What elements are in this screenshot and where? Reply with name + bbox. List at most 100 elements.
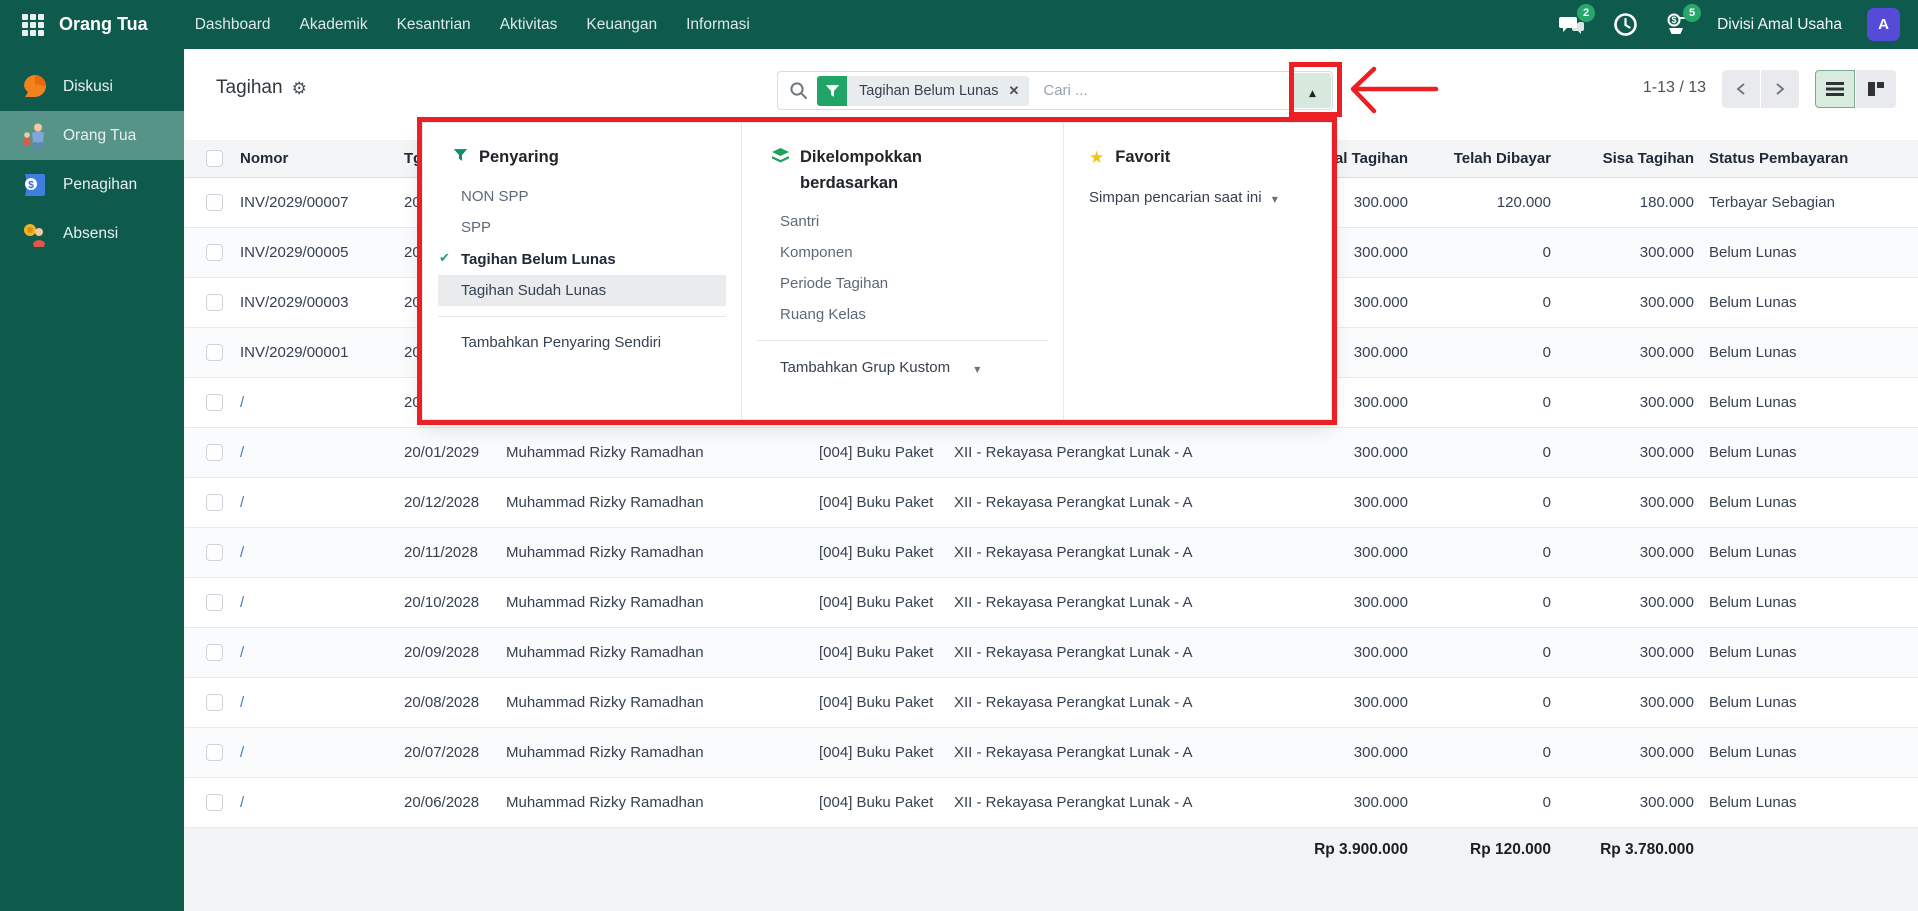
menu-item-dashboard[interactable]: Dashboard bbox=[195, 16, 271, 34]
avatar[interactable]: A bbox=[1867, 8, 1900, 41]
table-row[interactable]: /20/10/2028Muhammad Rizky Ramadhan[004] … bbox=[184, 578, 1918, 628]
filter-option-tagihan-sudah-lunas[interactable]: Tagihan Sudah Lunas bbox=[438, 275, 726, 306]
cell-status: Belum Lunas bbox=[1694, 794, 1918, 811]
sidebar-item-penagihan[interactable]: $ Penagihan bbox=[0, 160, 184, 209]
menu-item-akademik[interactable]: Akademik bbox=[300, 16, 368, 34]
table-row[interactable]: /20/06/2028Muhammad Rizky Ramadhan[004] … bbox=[184, 778, 1918, 828]
column-header-status[interactable]: Status Pembayaran bbox=[1694, 150, 1918, 167]
filter-option-tagihan-belum-lunas[interactable]: Tagihan Belum Lunas bbox=[423, 243, 741, 275]
sidebar-item-diskusi[interactable]: Diskusi bbox=[0, 62, 184, 111]
cell-nomor: / bbox=[240, 594, 404, 611]
cell-nomor: / bbox=[240, 544, 404, 561]
column-header-dibayar[interactable]: Telah Dibayar bbox=[1408, 150, 1551, 167]
kanban-view-button[interactable] bbox=[1856, 70, 1896, 108]
chevron-right-icon bbox=[1774, 82, 1786, 96]
cell-status: Belum Lunas bbox=[1694, 494, 1918, 511]
cell-sisa: 300.000 bbox=[1551, 394, 1694, 411]
row-checkbox[interactable] bbox=[206, 494, 223, 511]
list-view-button[interactable] bbox=[1815, 70, 1855, 108]
menu-item-kesantrian[interactable]: Kesantrian bbox=[397, 16, 471, 34]
favorites-title: Favorit bbox=[1115, 145, 1170, 171]
facet-remove-icon[interactable] bbox=[1008, 76, 1029, 106]
groupby-option-ruang-kelas[interactable]: Ruang Kelas bbox=[742, 299, 1063, 330]
column-header-nomor[interactable]: Nomor bbox=[240, 150, 404, 167]
row-checkbox[interactable] bbox=[206, 244, 223, 261]
app-name[interactable]: Orang Tua bbox=[59, 14, 148, 35]
row-checkbox[interactable] bbox=[206, 644, 223, 661]
menu-item-informasi[interactable]: Informasi bbox=[686, 16, 750, 34]
column-header-sisa[interactable]: Sisa Tagihan bbox=[1551, 150, 1694, 167]
activity-badge: 5 bbox=[1683, 4, 1701, 22]
row-checkbox[interactable] bbox=[206, 794, 223, 811]
search-options-toggle[interactable] bbox=[1294, 73, 1331, 108]
row-checkbox[interactable] bbox=[206, 344, 223, 361]
cell-tgl: 20/10/2028 bbox=[404, 594, 506, 611]
cell-sisa: 300.000 bbox=[1551, 444, 1694, 461]
table-row[interactable]: /20/11/2028Muhammad Rizky Ramadhan[004] … bbox=[184, 528, 1918, 578]
table-row[interactable]: /20/08/2028Muhammad Rizky Ramadhan[004] … bbox=[184, 678, 1918, 728]
cell-total: 300.000 bbox=[1230, 794, 1408, 811]
row-checkbox[interactable] bbox=[206, 394, 223, 411]
menu-item-keuangan[interactable]: Keuangan bbox=[586, 16, 657, 34]
cell-nomor: / bbox=[240, 444, 404, 461]
groupby-option-komponen[interactable]: Komponen bbox=[742, 237, 1063, 268]
sidebar-item-absensi[interactable]: Absensi bbox=[0, 209, 184, 258]
search-facet[interactable]: Tagihan Belum Lunas bbox=[817, 76, 1029, 106]
filter-option-spp[interactable]: SPP bbox=[423, 212, 741, 243]
add-custom-filter[interactable]: Tambahkan Penyaring Sendiri bbox=[423, 327, 741, 358]
row-checkbox[interactable] bbox=[206, 294, 223, 311]
add-custom-group[interactable]: Tambahkan Grup Kustom bbox=[742, 351, 1063, 383]
cell-dibayar: 120.000 bbox=[1408, 194, 1551, 211]
messages-icon[interactable]: 2 bbox=[1558, 11, 1586, 39]
cell-nomor: INV/2029/00003 bbox=[240, 294, 404, 311]
gear-icon[interactable] bbox=[292, 77, 307, 99]
list-view-icon bbox=[1826, 82, 1844, 96]
search-input[interactable]: Cari ... bbox=[1043, 82, 1087, 99]
layers-icon bbox=[772, 148, 789, 164]
pager-next-button[interactable] bbox=[1761, 70, 1799, 108]
sidebar-item-orang-tua[interactable]: Orang Tua bbox=[0, 111, 184, 160]
search-bar[interactable]: Tagihan Belum Lunas Cari ... bbox=[777, 71, 1333, 110]
cell-nomor: INV/2029/00001 bbox=[240, 344, 404, 361]
row-checkbox[interactable] bbox=[206, 194, 223, 211]
cell-nomor: / bbox=[240, 694, 404, 711]
menu-item-aktivitas[interactable]: Aktivitas bbox=[500, 16, 558, 34]
cell-dibayar: 0 bbox=[1408, 744, 1551, 761]
cell-total: 300.000 bbox=[1230, 544, 1408, 561]
table-row[interactable]: /20/12/2028Muhammad Rizky Ramadhan[004] … bbox=[184, 478, 1918, 528]
cell-sisa: 300.000 bbox=[1551, 344, 1694, 361]
cell-dibayar: 0 bbox=[1408, 244, 1551, 261]
cell-status: Terbayar Sebagian bbox=[1694, 194, 1918, 211]
pager-previous-button[interactable] bbox=[1722, 70, 1760, 108]
row-checkbox[interactable] bbox=[206, 444, 223, 461]
topbar-right: 2 $ 5 Divisi Amal Usaha A bbox=[1558, 8, 1918, 41]
cell-total: 300.000 bbox=[1230, 644, 1408, 661]
cell-status: Belum Lunas bbox=[1694, 394, 1918, 411]
apps-grid-icon[interactable] bbox=[22, 14, 44, 36]
payments-activity-icon[interactable]: $ 5 bbox=[1664, 11, 1692, 39]
cell-nomor: / bbox=[240, 394, 404, 411]
filter-option-non-spp[interactable]: NON SPP bbox=[423, 181, 741, 212]
groupby-option-santri[interactable]: Santri bbox=[742, 206, 1063, 237]
cell-status: Belum Lunas bbox=[1694, 344, 1918, 361]
user-name[interactable]: Divisi Amal Usaha bbox=[1717, 16, 1842, 34]
row-checkbox[interactable] bbox=[206, 694, 223, 711]
table-row[interactable]: /20/07/2028Muhammad Rizky Ramadhan[004] … bbox=[184, 728, 1918, 778]
row-checkbox[interactable] bbox=[206, 594, 223, 611]
attendance-icon bbox=[20, 219, 50, 249]
cell-komponen: [004] Buku Paket bbox=[819, 494, 954, 511]
cell-sisa: 300.000 bbox=[1551, 494, 1694, 511]
save-current-search[interactable]: Simpan pencarian saat ini bbox=[1064, 181, 1333, 213]
select-all-checkbox[interactable] bbox=[206, 150, 223, 167]
clock-icon[interactable] bbox=[1611, 11, 1639, 39]
table-row[interactable]: /20/01/2029Muhammad Rizky Ramadhan[004] … bbox=[184, 428, 1918, 478]
cell-kelas: XII - Rekayasa Perangkat Lunak - A bbox=[954, 594, 1230, 611]
row-checkbox[interactable] bbox=[206, 544, 223, 561]
groupby-option-periode-tagihan[interactable]: Periode Tagihan bbox=[742, 268, 1063, 299]
cell-status: Belum Lunas bbox=[1694, 294, 1918, 311]
cell-status: Belum Lunas bbox=[1694, 594, 1918, 611]
row-checkbox[interactable] bbox=[206, 744, 223, 761]
cell-nomor: / bbox=[240, 744, 404, 761]
cell-kelas: XII - Rekayasa Perangkat Lunak - A bbox=[954, 694, 1230, 711]
table-row[interactable]: /20/09/2028Muhammad Rizky Ramadhan[004] … bbox=[184, 628, 1918, 678]
